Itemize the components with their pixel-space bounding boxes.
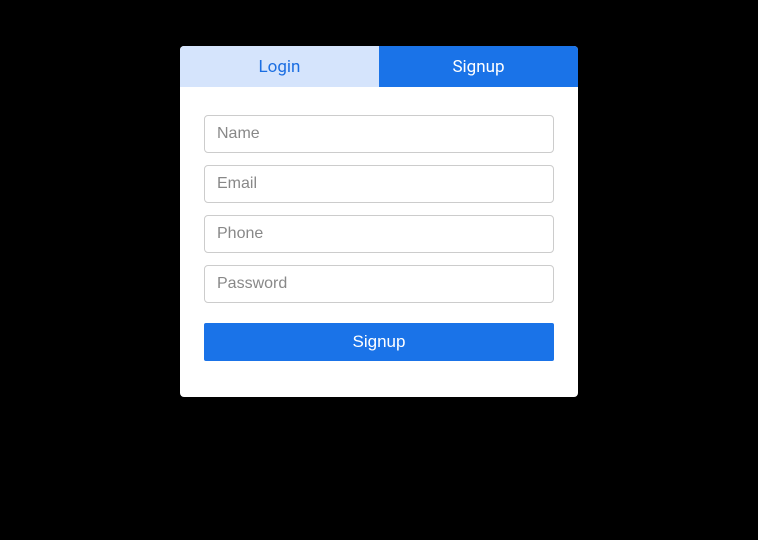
email-field[interactable] [204, 165, 554, 203]
tab-login[interactable]: Login [180, 46, 379, 87]
signup-button[interactable]: Signup [204, 323, 554, 361]
tab-signup[interactable]: Signup [379, 46, 578, 87]
auth-tabs: Login Signup [180, 46, 578, 87]
signup-form: Signup [180, 87, 578, 397]
signup-card: Login Signup Signup [180, 46, 578, 397]
phone-field[interactable] [204, 215, 554, 253]
name-field[interactable] [204, 115, 554, 153]
password-field[interactable] [204, 265, 554, 303]
